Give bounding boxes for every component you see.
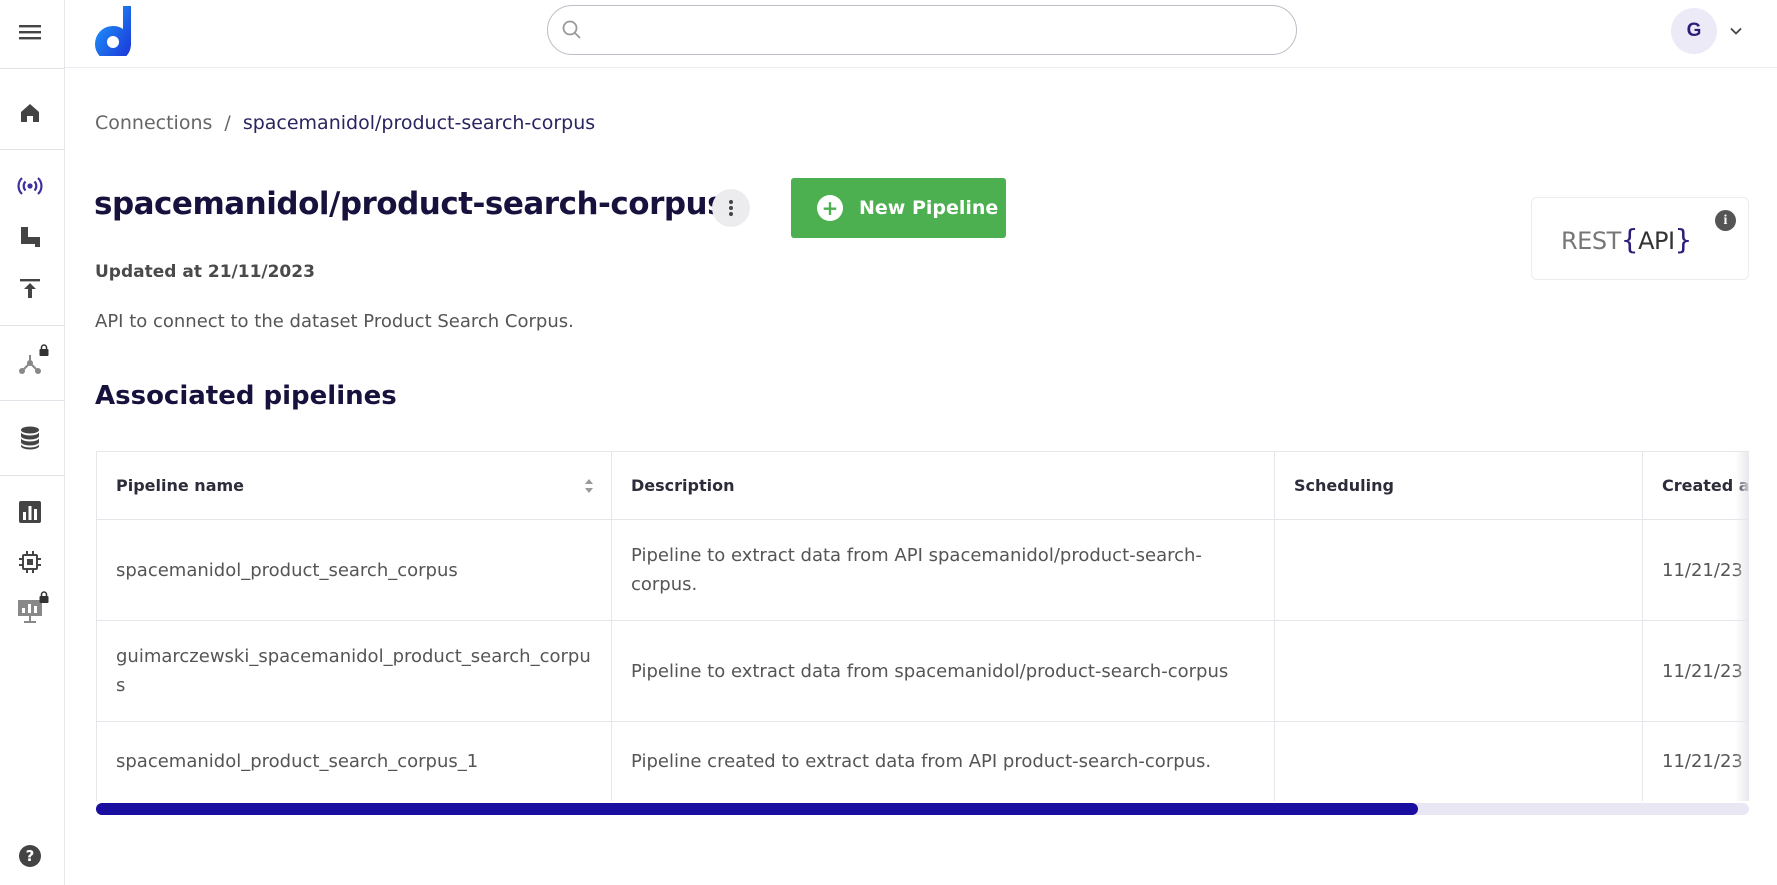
chevron-down-icon[interactable]	[1729, 24, 1743, 38]
pipelines-table: Pipeline name Description Scheduling Cre…	[96, 451, 1749, 801]
plus-icon: +	[817, 195, 843, 221]
search-input[interactable]	[590, 6, 1296, 54]
updated-date: Updated at 21/11/2023	[95, 262, 315, 282]
lock-icon	[39, 591, 49, 603]
connection-description: API to connect to the dataset Product Se…	[95, 311, 574, 332]
section-title: Associated pipelines	[95, 381, 397, 411]
scroll-fade	[1735, 451, 1749, 801]
column-header-label: Pipeline name	[116, 476, 245, 495]
column-header-description: Description	[612, 452, 1275, 520]
broadcast-icon[interactable]	[16, 172, 44, 200]
top-header: G	[65, 0, 1777, 68]
rest-api-label: API	[1638, 227, 1675, 255]
breadcrumb-connections-link[interactable]: Connections	[95, 112, 212, 134]
new-pipeline-button[interactable]: + New Pipeline	[791, 178, 1006, 238]
table-cell-pipeline-name[interactable]: spacemanidol_product_search_corpus_1	[97, 722, 612, 801]
upload-icon[interactable]	[16, 274, 44, 302]
sidebar-divider	[0, 400, 65, 401]
rest-brace-close: }	[1674, 223, 1693, 256]
help-icon[interactable]: ?	[16, 842, 44, 870]
graph-icon[interactable]	[16, 344, 49, 378]
presentation-icon[interactable]	[16, 591, 49, 625]
table-cell-scheduling	[1275, 520, 1643, 621]
table-cell-scheduling	[1275, 621, 1643, 722]
sidebar: ?	[0, 0, 65, 885]
rest-label: REST	[1561, 227, 1621, 255]
sidebar-divider	[0, 149, 65, 150]
user-avatar[interactable]: G	[1671, 8, 1717, 54]
sort-icon[interactable]	[583, 476, 595, 496]
more-options-button[interactable]	[712, 189, 750, 227]
column-header-scheduling: Scheduling	[1275, 452, 1643, 520]
sidebar-divider	[0, 325, 65, 326]
sidebar-divider	[0, 68, 65, 69]
search-icon	[562, 20, 581, 39]
breadcrumb: Connections / spacemanidol/product-searc…	[95, 112, 595, 134]
table-cell-pipeline-name[interactable]: spacemanidol_product_search_corpus	[97, 520, 612, 621]
horizontal-scrollbar-thumb[interactable]	[96, 803, 1419, 815]
pipeline-icon[interactable]	[16, 223, 44, 251]
new-pipeline-label: New Pipeline	[859, 197, 999, 219]
table-cell-scheduling	[1275, 722, 1643, 801]
table-cell-created-at: 11/21/23	[1643, 520, 1749, 621]
table-cell-description: Pipeline created to extract data from AP…	[612, 722, 1275, 801]
table-cell-pipeline-name[interactable]: guimarczewski_spacemanidol_product_searc…	[97, 621, 612, 722]
column-header-created-at: Created at	[1643, 452, 1749, 520]
sidebar-divider	[0, 475, 65, 476]
app-logo[interactable]	[93, 4, 133, 56]
table-cell-created-at: 11/21/23	[1643, 621, 1749, 722]
page-title: spacemanidol/product-search-corpus	[94, 186, 726, 222]
database-icon[interactable]	[16, 424, 44, 452]
column-header-pipeline-name[interactable]: Pipeline name	[97, 452, 612, 520]
rest-api-card: REST{API} i	[1531, 197, 1749, 280]
home-icon[interactable]	[16, 99, 44, 127]
table-cell-description: Pipeline to extract data from API spacem…	[612, 520, 1275, 621]
rest-brace-open: {	[1620, 223, 1639, 256]
table-cell-created-at: 11/21/23	[1643, 722, 1749, 801]
bar-chart-icon[interactable]	[16, 498, 44, 526]
svg-text:?: ?	[26, 847, 35, 865]
menu-icon[interactable]	[16, 18, 44, 46]
table-cell-description: Pipeline to extract data from spacemanid…	[612, 621, 1275, 722]
info-icon[interactable]: i	[1715, 210, 1736, 231]
kebab-menu-icon	[729, 200, 733, 216]
lock-icon	[39, 344, 49, 356]
breadcrumb-current: spacemanidol/product-search-corpus	[242, 112, 596, 134]
rest-api-logo: REST{API}	[1561, 223, 1692, 256]
search-bar[interactable]	[547, 5, 1297, 55]
chip-icon[interactable]	[16, 548, 44, 576]
breadcrumb-separator: /	[224, 112, 231, 134]
